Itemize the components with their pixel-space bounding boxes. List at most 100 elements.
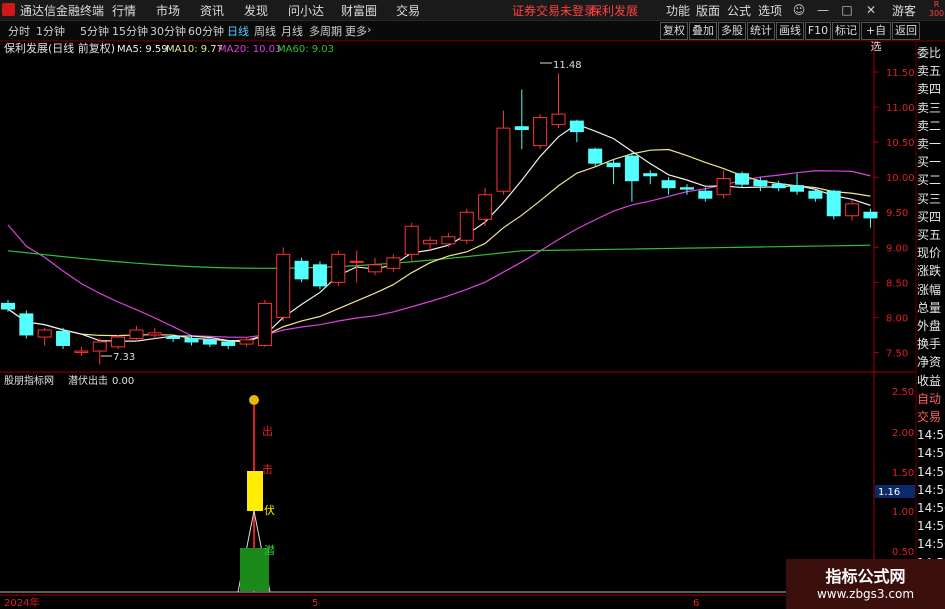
- y-tick-label: 9.00: [886, 243, 908, 254]
- ma60-label: MA60: 9.03: [277, 44, 334, 55]
- sub-y-tick: 1.00: [892, 507, 914, 518]
- x-label: 2024年: [4, 596, 39, 609]
- candle: [349, 260, 364, 263]
- candle: [404, 225, 419, 255]
- candle: [606, 162, 621, 168]
- yellow-bar: [247, 471, 263, 511]
- sub-indicator: [0, 395, 874, 593]
- candle: [1, 302, 15, 310]
- x-label: 6: [693, 598, 699, 609]
- candle: [679, 187, 694, 190]
- ma5-line: [7, 123, 871, 343]
- candle: [257, 302, 272, 346]
- candle: [276, 253, 291, 318]
- chart-title: 保利发展(日线 前复权): [4, 41, 115, 55]
- y-tick-label: 8.50: [886, 278, 908, 289]
- candle: [771, 183, 786, 189]
- side-item: 收益: [917, 373, 942, 388]
- candle: [808, 190, 823, 199]
- candle: [74, 350, 89, 353]
- side-item: 卖四: [917, 82, 942, 97]
- side-item: 卖五: [917, 64, 942, 79]
- candle: [643, 173, 658, 177]
- candle: [19, 313, 34, 336]
- side-item: 换手: [917, 337, 942, 352]
- candle: [37, 329, 52, 338]
- marker-hide: 潜: [264, 543, 275, 557]
- candle: [147, 332, 162, 336]
- candle: [569, 120, 584, 133]
- ma20-label: MA20: 10.03: [218, 44, 281, 55]
- candle: [129, 329, 144, 339]
- watermark: 指标公式网 www.zbgs3.com: [786, 559, 945, 609]
- candle: [533, 117, 548, 147]
- current-value: 1.16: [878, 487, 900, 498]
- candle: [423, 239, 438, 245]
- candle: [56, 330, 71, 346]
- candle: [826, 190, 841, 217]
- chart-area[interactable]: 11.50 11.00 10.50 10.00 9.50 9.00 8.50 8.00 7.50…: [0, 0, 945, 609]
- watermark-title: 指标公式网: [825, 567, 906, 586]
- candle: [294, 260, 309, 280]
- watermark-url: www.zbgs3.com: [816, 587, 915, 601]
- side-item: 14:56: [917, 428, 945, 443]
- sub-y-tick: 2.00: [892, 428, 914, 439]
- candle: [661, 180, 676, 189]
- side-item: 卖一: [917, 137, 942, 151]
- marker-out: 出: [262, 424, 273, 438]
- side-item: 自动: [917, 391, 942, 406]
- candle: [239, 339, 254, 345]
- sub-chart-value: 0.00: [112, 376, 134, 387]
- candle: [845, 203, 860, 217]
- side-item: 交易: [917, 410, 942, 424]
- side-item: 涨跌: [917, 264, 942, 279]
- candle: [514, 126, 529, 131]
- sub-y-tick: 1.50: [892, 468, 914, 479]
- side-item: 外盘: [917, 319, 942, 333]
- marker-ambush: 伏: [264, 503, 275, 517]
- side-item: 现价: [917, 246, 942, 261]
- side-item: 涨幅: [917, 282, 942, 297]
- candle: [698, 190, 713, 199]
- side-item: 委比: [917, 46, 942, 60]
- ma20-line: [7, 170, 871, 338]
- side-item: 买四: [917, 209, 942, 224]
- y-tick-label: 10.00: [886, 173, 915, 184]
- candle: [863, 211, 878, 219]
- y-tick-label: 9.50: [886, 208, 908, 219]
- side-item: 买五: [917, 228, 942, 242]
- high-price-label: 11.48: [553, 60, 582, 71]
- side-item: 14:56: [917, 537, 945, 552]
- side-item: 总量: [917, 300, 942, 315]
- side-item: 14:56: [917, 482, 945, 497]
- ma60-line: [7, 244, 871, 269]
- x-label: 5: [312, 598, 318, 609]
- candle: [221, 341, 236, 346]
- candle: [111, 336, 126, 348]
- candle: [478, 194, 493, 220]
- candle: [588, 148, 603, 164]
- money-bag-icon: [249, 395, 259, 405]
- candle: [202, 339, 217, 345]
- candle: [166, 336, 181, 339]
- sub-y-tick: 2.50: [892, 387, 914, 398]
- sub-chart-name: 潜伏出击: [68, 374, 108, 387]
- candle: [312, 264, 327, 287]
- candle: [753, 180, 768, 187]
- y-tick-label: 8.00: [886, 313, 908, 324]
- y-tick-label: 7.50: [886, 348, 908, 359]
- low-price-label: 7.33: [113, 352, 135, 363]
- candle: [331, 253, 346, 283]
- y-tick-label: 10.50: [886, 138, 915, 149]
- candle: [459, 211, 474, 241]
- side-item: 14:56: [917, 501, 945, 515]
- ma5-label: MA5: 9.59: [117, 44, 168, 55]
- side-item: 买二: [917, 173, 942, 188]
- candle: [368, 264, 382, 273]
- sub-y-tick: 0.50: [892, 547, 914, 558]
- candle: [624, 155, 639, 182]
- candle: [441, 236, 456, 245]
- candle: [551, 113, 566, 126]
- side-item: 卖二: [917, 118, 942, 133]
- candle: [790, 185, 805, 192]
